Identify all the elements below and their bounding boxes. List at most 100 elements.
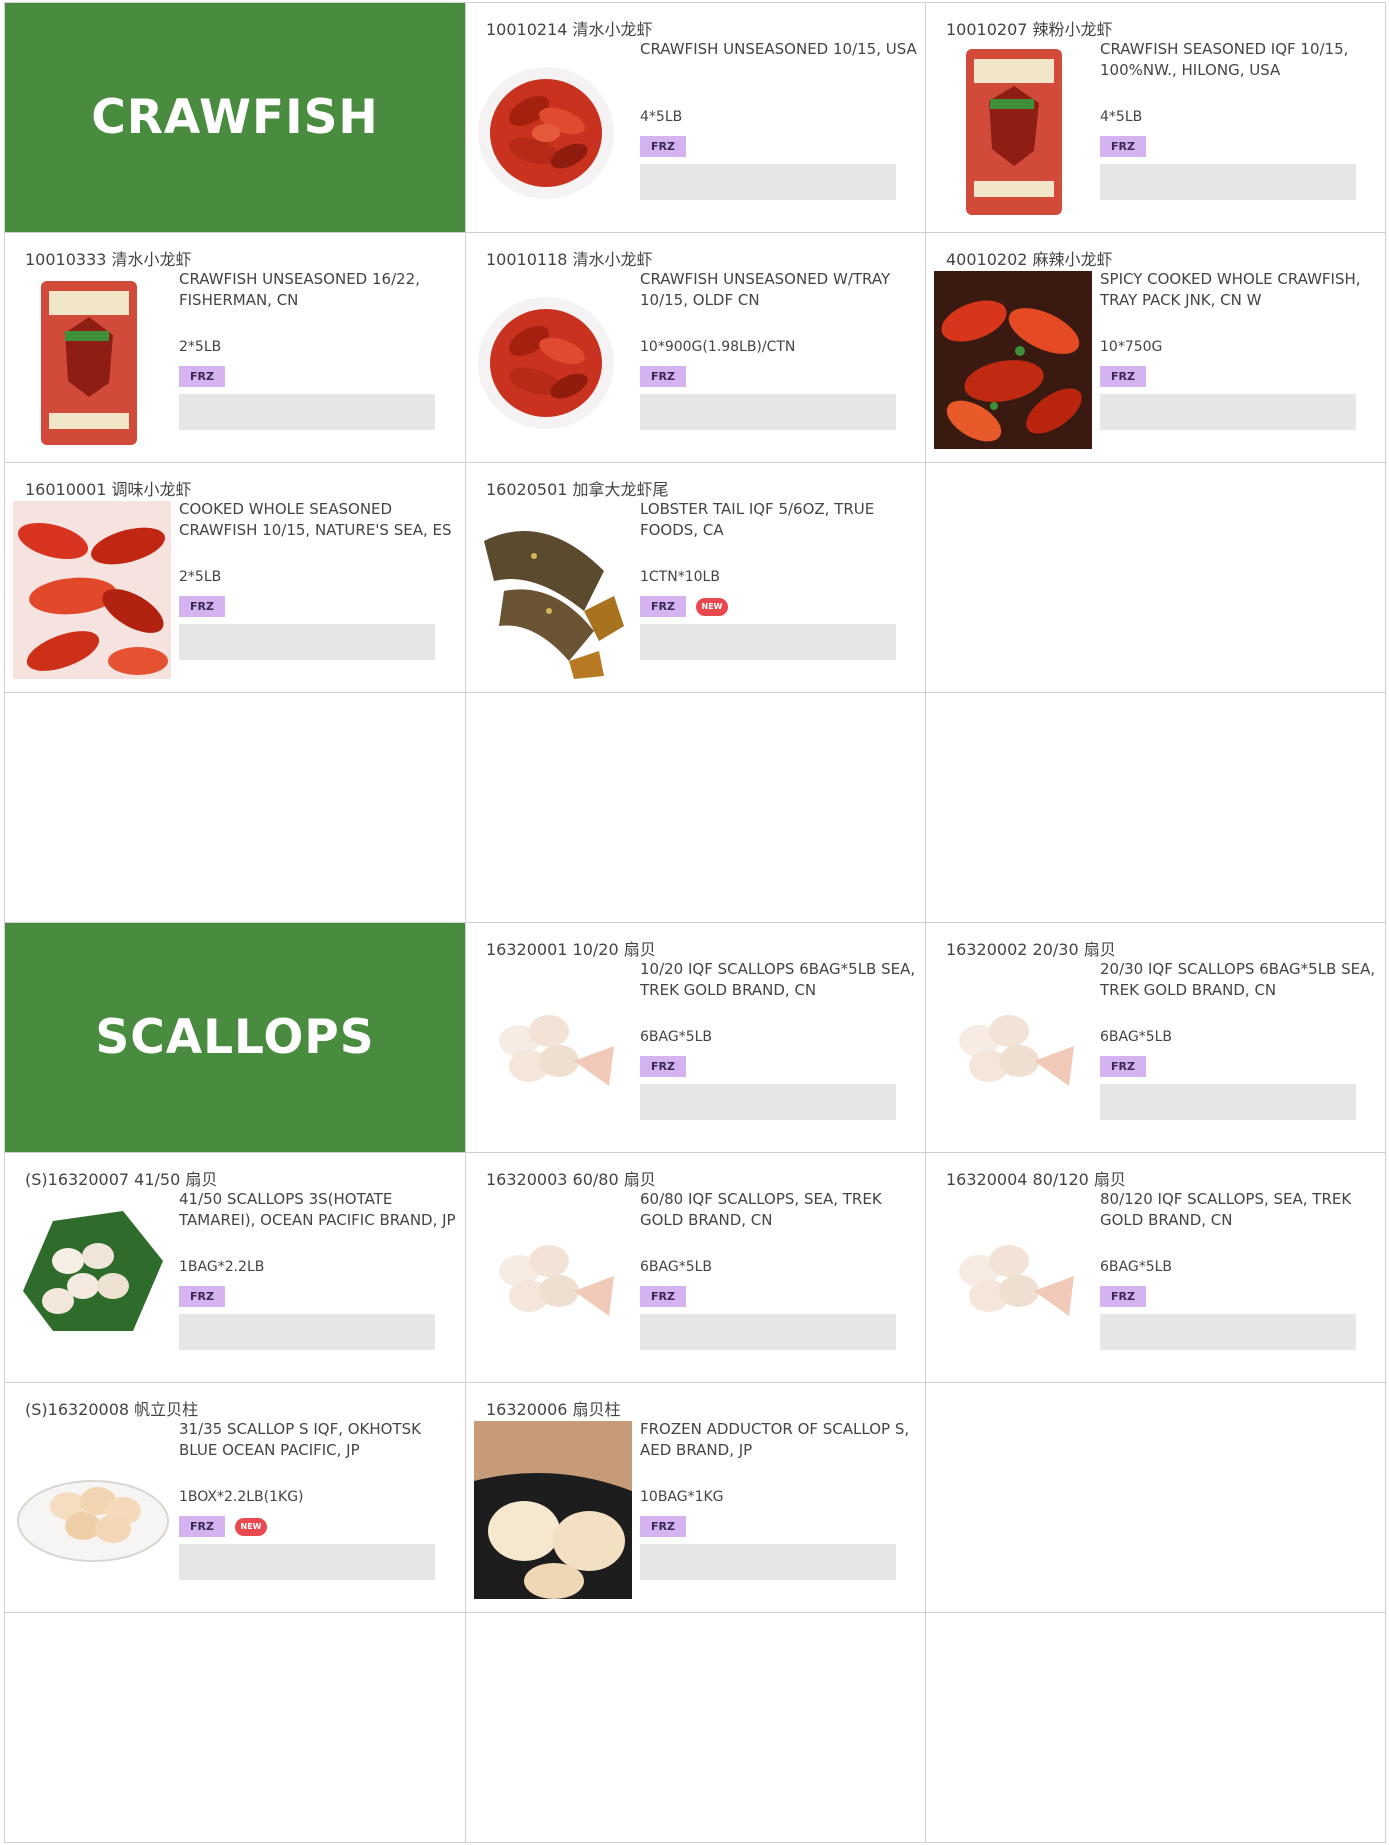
product-card[interactable]: 10010214 清水小龙虾 CRAWFISH UNSEASONED 10/15…: [466, 3, 926, 233]
pack-size: 6BAG*5LB: [640, 1259, 713, 1275]
product-description: 20/30 IQF SCALLOPS 6BAG*5LB SEA, TREK GO…: [1100, 960, 1376, 999]
product-card[interactable]: (S)16320007 41/50 扇贝 41/50 SCALLOPS 3S(H…: [5, 1153, 466, 1383]
placeholder-bar: [1100, 1084, 1356, 1120]
pack-size: 2*5LB: [179, 339, 222, 355]
placeholder-bar: [640, 394, 896, 430]
product-code: (S)16320007 41/50 扇贝: [25, 1170, 218, 1189]
empty-cell: [5, 693, 466, 923]
product-description: FROZEN ADDUCTOR OF SCALLOP S, AED BRAND,…: [640, 1420, 910, 1459]
scallops-image: [499, 1245, 614, 1316]
frozen-tag: FRZ: [1100, 366, 1146, 387]
scallops-section-header: SCALLOPS: [5, 923, 466, 1153]
frozen-tag: FRZ: [640, 1286, 686, 1307]
seasoned-crawfish-image: [13, 501, 171, 679]
product-code: 16320002 20/30 扇贝: [946, 940, 1116, 959]
placeholder-bar: [1100, 164, 1356, 200]
product-code: 40010202 麻辣小龙虾: [946, 250, 1113, 269]
product-description: CRAWFISH UNSEASONED 16/22, FISHERMAN, CN: [179, 270, 420, 309]
product-code: 16320006 扇贝柱: [486, 1400, 621, 1419]
lobster-tail-image: [484, 531, 624, 679]
placeholder-bar: [640, 1544, 896, 1580]
product-code: 16010001 调味小龙虾: [25, 480, 192, 499]
spicy-crawfish-image: [934, 271, 1092, 449]
product-card[interactable]: 16320002 20/30 扇贝 20/30 IQF SCALLOPS 6BA…: [926, 923, 1386, 1153]
placeholder-bar: [1100, 1314, 1356, 1350]
placeholder-bar: [640, 164, 896, 200]
pack-size: 4*5LB: [1100, 109, 1143, 125]
product-card[interactable]: 10010207 辣粉小龙虾 CRAWFISH SEASONED IQF 10/…: [926, 3, 1386, 233]
empty-cell: [466, 1613, 926, 1843]
frozen-tag: FRZ: [1100, 1286, 1146, 1307]
scallops-image: [959, 1015, 1074, 1086]
empty-cell: [926, 1383, 1386, 1613]
empty-cell: [926, 463, 1386, 693]
frozen-tag: FRZ: [179, 1516, 225, 1537]
scallops-on-leaf-image: [23, 1211, 163, 1331]
section-title: SCALLOPS: [95, 1010, 375, 1065]
product-description: SPICY COOKED WHOLE CRAWFISH, TRAY PACK J…: [1100, 270, 1361, 309]
placeholder-bar: [179, 624, 435, 660]
pack-size: 1BOX*2.2LB(1KG): [179, 1489, 304, 1505]
product-code: 10010118 清水小龙虾: [486, 250, 653, 269]
crawfish-plate-image: [478, 297, 614, 429]
frozen-tag: FRZ: [179, 366, 225, 387]
empty-cell: [926, 693, 1386, 923]
product-description: COOKED WHOLE SEASONED CRAWFISH 10/15, NA…: [179, 500, 452, 539]
product-description: 80/120 IQF SCALLOPS, SEA, TREK GOLD BRAN…: [1100, 1190, 1352, 1229]
frozen-tag: FRZ: [640, 366, 686, 387]
product-card[interactable]: 10010333 清水小龙虾 CRAWFISH UNSEASONED 16/22…: [5, 233, 466, 463]
product-catalog-grid: CRAWFISH 10010214 清水小龙虾 CRAWFISH UNSEASO…: [4, 2, 1386, 1843]
crawfish-bag-image: [41, 281, 137, 445]
scallop-adductor-image: [474, 1421, 632, 1599]
frozen-tag: FRZ: [179, 596, 225, 617]
pack-size: 10*750G: [1100, 339, 1163, 355]
frozen-tag: FRZ: [1100, 136, 1146, 157]
product-card[interactable]: 10010118 清水小龙虾 CRAWFISH UNSEASONED W/TRA…: [466, 233, 926, 463]
pack-size: 2*5LB: [179, 569, 222, 585]
crawfish-bag-image: [966, 49, 1062, 215]
product-card[interactable]: (S)16320008 帆立贝柱 31/35 SCALLOP S IQF, OK…: [5, 1383, 466, 1613]
scallops-bowl-image: [17, 1480, 169, 1562]
pack-size: 6BAG*5LB: [1100, 1029, 1173, 1045]
frozen-tag: FRZ: [640, 1516, 686, 1537]
product-code: 16020501 加拿大龙虾尾: [486, 480, 669, 499]
product-card[interactable]: 16320006 扇贝柱 FROZEN ADDUCTOR OF SCALLOP …: [466, 1383, 926, 1613]
empty-cell: [466, 693, 926, 923]
empty-cell: [926, 1613, 1386, 1843]
product-code: 16320003 60/80 扇贝: [486, 1170, 656, 1189]
product-code: 16320004 80/120 扇贝: [946, 1170, 1126, 1189]
frozen-tag: FRZ: [1100, 1056, 1146, 1077]
product-description: 31/35 SCALLOP S IQF, OKHOTSK BLUE OCEAN …: [179, 1420, 421, 1459]
frozen-tag: FRZ: [640, 1056, 686, 1077]
pack-size: 1BAG*2.2LB: [179, 1259, 265, 1275]
placeholder-bar: [1100, 394, 1356, 430]
product-card[interactable]: 40010202 麻辣小龙虾 SPICY COOKED WHOLE CRAWFI…: [926, 233, 1386, 463]
scallops-image: [959, 1245, 1074, 1316]
product-description: 41/50 SCALLOPS 3S(HOTATE TAMAREI), OCEAN…: [179, 1190, 456, 1229]
product-code: 10010214 清水小龙虾: [486, 20, 653, 39]
frozen-tag: FRZ: [179, 1286, 225, 1307]
placeholder-bar: [179, 394, 435, 430]
product-card[interactable]: 16320004 80/120 扇贝 80/120 IQF SCALLOPS, …: [926, 1153, 1386, 1383]
product-description: CRAWFISH UNSEASONED W/TRAY 10/15, OLDF C…: [640, 270, 891, 309]
pack-size: 10*900G(1.98LB)/CTN: [640, 339, 796, 355]
frozen-tag: FRZ: [640, 596, 686, 617]
pack-size: 6BAG*5LB: [1100, 1259, 1173, 1275]
product-code: 10010333 清水小龙虾: [25, 250, 192, 269]
product-description: LOBSTER TAIL IQF 5/6OZ, TRUE FOODS, CA: [640, 500, 875, 539]
product-description: 10/20 IQF SCALLOPS 6BAG*5LB SEA, TREK GO…: [640, 960, 916, 999]
crawfish-section-header: CRAWFISH: [5, 3, 466, 233]
frozen-tag: FRZ: [640, 136, 686, 157]
product-card[interactable]: 16010001 调味小龙虾 COOKED WHOLE SEASONED CRA…: [5, 463, 466, 693]
pack-size: 10BAG*1KG: [640, 1489, 724, 1505]
product-card[interactable]: 16320003 60/80 扇贝 60/80 IQF SCALLOPS, SE…: [466, 1153, 926, 1383]
crawfish-plate-image: [478, 67, 614, 199]
product-card[interactable]: 16320001 10/20 扇贝 10/20 IQF SCALLOPS 6BA…: [466, 923, 926, 1153]
product-code: 10010207 辣粉小龙虾: [946, 20, 1113, 39]
empty-cell: [5, 1613, 466, 1843]
product-card[interactable]: 16020501 加拿大龙虾尾 LOBSTER TAIL IQF 5/6OZ, …: [466, 463, 926, 693]
product-description: 60/80 IQF SCALLOPS, SEA, TREK GOLD BRAND…: [640, 1190, 882, 1229]
scallops-image: [499, 1015, 614, 1086]
new-badge: NEW: [696, 597, 728, 616]
product-code: (S)16320008 帆立贝柱: [25, 1400, 199, 1419]
